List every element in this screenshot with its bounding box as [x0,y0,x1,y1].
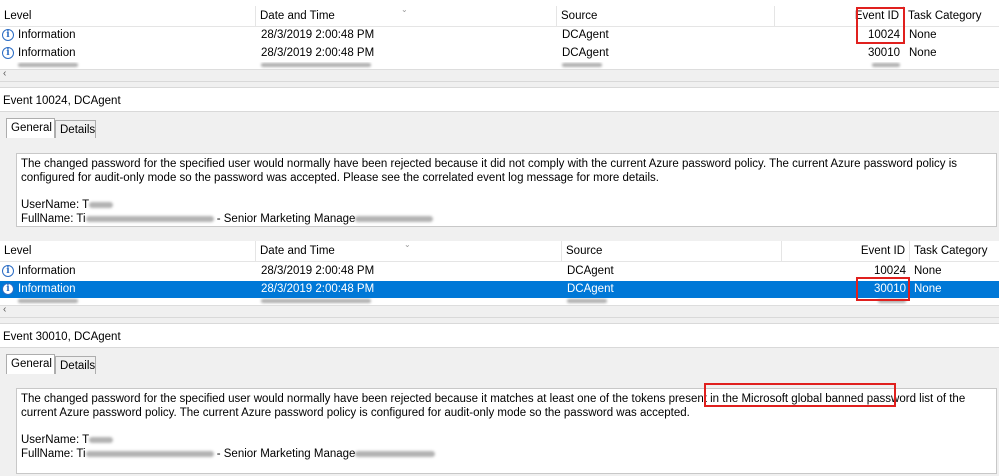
event-description-box: The changed password for the specified u… [16,388,997,474]
event-row[interactable]: i Information 28/3/2019 2:00:48 PM DCAge… [0,45,999,62]
event-description: The changed password for the specified u… [21,392,992,420]
fullname-title: - Senior Marketing Manage [213,448,356,460]
row-event-id: 30010 [868,47,900,59]
partial-text [878,299,906,303]
partial-text [261,63,371,67]
column-header-level[interactable]: Level [0,6,256,26]
fullname-title: - Senior Marketing Manage [213,213,356,225]
banned-password-list-text: Microsoft global banned password list [741,393,934,405]
row-source: DCAgent [562,29,609,41]
event-list-header: Level Date and Time ⌄ Source Event ID Ta… [0,6,999,27]
row-source: DCAgent [562,47,609,59]
row-event-id: 30010 [874,283,906,295]
event-detail-title: Event 10024, DCAgent [0,90,999,112]
information-icon: i [2,283,14,295]
description-text: The changed password for the specified u… [21,393,742,405]
row-task-category: None [914,265,942,277]
column-header-task-category[interactable]: Task Category [910,241,999,261]
fullname-label: FullName: Ti [21,213,86,225]
redacted-text [85,215,214,222]
username-line: UserName: T [21,198,992,212]
fullname-label: FullName: Ti [21,448,86,460]
redacted-text [355,215,434,222]
column-header-event-id[interactable]: Event ID [775,6,904,26]
pane-splitter[interactable] [0,81,999,88]
sort-arrow-icon: ⌄ [404,240,411,249]
username-label: UserName: T [21,434,90,446]
column-header-task-category[interactable]: Task Category [904,6,999,26]
event-row-partial[interactable] [0,298,999,305]
redacted-text [355,450,436,457]
event-row[interactable]: i Information 28/3/2019 2:00:48 PM DCAge… [0,263,999,280]
row-task-category: None [914,283,942,295]
event-description: The changed password for the specified u… [21,158,958,184]
row-date-time: 28/3/2019 2:00:48 PM [261,47,375,59]
event-row-partial[interactable] [0,62,999,69]
row-date-time: 28/3/2019 2:00:48 PM [261,265,375,277]
partial-text [872,63,900,67]
row-level: Information [18,29,76,41]
scroll-left-arrow-icon[interactable]: ‹ [3,304,6,315]
horizontal-scrollbar[interactable]: ‹ [0,304,999,317]
information-icon: i [2,265,14,277]
tab-general[interactable]: General [6,354,55,374]
row-source: DCAgent [567,283,614,295]
row-task-category: None [909,29,937,41]
partial-text [562,63,602,67]
row-event-id: 10024 [874,265,906,277]
row-event-id: 10024 [868,29,900,41]
event-row[interactable]: i Information 28/3/2019 2:00:48 PM DCAge… [0,27,999,44]
redacted-text [85,450,214,457]
horizontal-scrollbar[interactable]: ‹ [0,68,999,81]
row-level: Information [18,265,76,277]
column-header-source[interactable]: Source [562,241,782,261]
event-description-box: The changed password for the specified u… [16,153,997,227]
column-header-event-id[interactable]: Event ID [782,241,910,261]
redacted-text [89,201,114,208]
event-detail-pane: General Details The changed password for… [0,112,999,242]
column-header-level[interactable]: Level [0,241,256,261]
tab-details[interactable]: Details [55,120,96,138]
partial-text [18,299,78,303]
tab-details[interactable]: Details [55,356,96,374]
fullname-line: FullName: Ti - Senior Marketing Manage [21,212,992,226]
event-detail-title: Event 30010, DCAgent [0,326,999,348]
event-list-header: Level Date and Time ⌄ Source Event ID Ta… [0,241,999,262]
partial-text [18,63,78,67]
column-header-source[interactable]: Source [557,6,775,26]
row-level: Information [18,283,76,295]
username-line: UserName: T [21,433,992,447]
tab-general[interactable]: General [6,118,55,138]
information-icon: i [2,29,14,41]
row-date-time: 28/3/2019 2:00:48 PM [261,283,375,295]
row-task-category: None [909,47,937,59]
partial-text [261,299,371,303]
row-level: Information [18,47,76,59]
row-source: DCAgent [567,265,614,277]
partial-text [567,299,607,303]
row-date-time: 28/3/2019 2:00:48 PM [261,29,375,41]
event-row-selected[interactable]: i Information 28/3/2019 2:00:48 PM DCAge… [0,281,999,298]
redacted-text [89,436,114,443]
fullname-line: FullName: Ti - Senior Marketing Manage [21,447,992,461]
username-label: UserName: T [21,199,90,211]
pane-splitter[interactable] [0,317,999,324]
information-icon: i [2,47,14,59]
event-detail-pane: General Details The changed password for… [0,348,999,476]
sort-arrow-icon: ⌄ [401,5,408,14]
scroll-left-arrow-icon[interactable]: ‹ [3,68,6,79]
